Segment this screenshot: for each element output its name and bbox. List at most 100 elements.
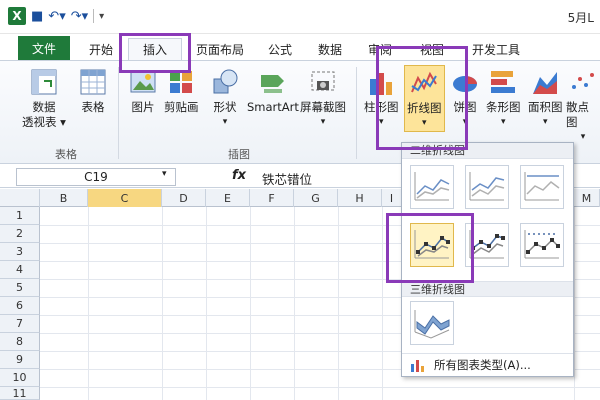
window-title: 5月L bbox=[567, 11, 594, 25]
column-header-c[interactable]: C bbox=[88, 189, 162, 207]
customize-qat-icon[interactable]: ▾ bbox=[99, 11, 104, 22]
percent-stacked-line-markers-thumbnail-icon bbox=[524, 230, 560, 259]
ribbon-tabs: 文件 开始 插入 页面布局 公式 数据 审阅 视图 开发工具 bbox=[0, 34, 600, 60]
area-chart-arrow: ▾ bbox=[542, 117, 548, 127]
3d-line-thumbnail-icon bbox=[414, 310, 450, 339]
tab-home[interactable]: 开始 bbox=[84, 38, 118, 60]
column-header-e[interactable]: E bbox=[206, 189, 250, 207]
undo-icon[interactable]: ↶▾ bbox=[48, 9, 65, 24]
name-box[interactable]: C19 bbox=[16, 168, 176, 186]
row-header[interactable]: 9 bbox=[0, 351, 40, 369]
tab-file[interactable]: 文件 bbox=[18, 36, 70, 60]
grid-line bbox=[162, 207, 163, 400]
shapes-label: 形状 bbox=[213, 100, 237, 114]
percent-stacked-line-option[interactable] bbox=[520, 165, 564, 209]
formula-input[interactable]: 铁芯错位 bbox=[262, 169, 312, 188]
row-header[interactable]: 5 bbox=[0, 279, 40, 297]
scatter-chart-button[interactable]: 散点图 ▾ bbox=[566, 67, 600, 145]
quick-access-toolbar: X ■ ↶▾ ↷▾ ▾ bbox=[8, 7, 104, 25]
clipart-button[interactable]: 剪贴画 bbox=[164, 67, 199, 115]
table-button[interactable]: 表格 bbox=[78, 67, 108, 115]
group-label-tables: 表格 bbox=[55, 148, 77, 161]
title-bar: X ■ ↶▾ ↷▾ ▾ 5月L bbox=[0, 0, 600, 34]
area-chart-label: 面积图 bbox=[528, 100, 563, 114]
grid-line bbox=[250, 207, 251, 400]
row-header[interactable]: 2 bbox=[0, 225, 40, 243]
tab-page-layout[interactable]: 页面布局 bbox=[190, 38, 250, 60]
row-header[interactable]: 3 bbox=[0, 243, 40, 261]
select-all-corner[interactable] bbox=[0, 189, 40, 207]
column-header-i[interactable]: I bbox=[382, 189, 402, 207]
bar-chart-label: 条形图 bbox=[486, 100, 521, 114]
name-box-dropdown-icon[interactable]: ▾ bbox=[162, 169, 167, 179]
annotation-box-line-chart bbox=[376, 46, 468, 150]
all-chart-types-icon bbox=[411, 359, 424, 372]
smartart-button[interactable]: SmartArt bbox=[247, 67, 299, 115]
picture-label: 图片 bbox=[131, 100, 155, 114]
column-header-b[interactable]: B bbox=[40, 189, 88, 207]
column-header-f[interactable]: F bbox=[250, 189, 294, 207]
excel-logo-icon: X bbox=[8, 7, 26, 25]
bar-chart-button[interactable]: 条形图 ▾ bbox=[486, 67, 521, 130]
line-chart-thumbnail-icon bbox=[414, 172, 450, 201]
annotation-box-line-markers bbox=[386, 213, 474, 283]
group-separator bbox=[356, 67, 357, 159]
tab-developer[interactable]: 开发工具 bbox=[466, 38, 526, 60]
row-header[interactable]: 6 bbox=[0, 297, 40, 315]
bar-chart-icon bbox=[491, 71, 516, 93]
section-header-3d-line: 三维折线图 bbox=[402, 281, 573, 297]
tab-data[interactable]: 数据 bbox=[312, 38, 348, 60]
row-header[interactable]: 10 bbox=[0, 369, 40, 387]
column-header-h[interactable]: H bbox=[338, 189, 382, 207]
3d-line-chart-option[interactable] bbox=[410, 301, 454, 345]
tab-formulas[interactable]: 公式 bbox=[262, 38, 298, 60]
line-chart-option[interactable] bbox=[410, 165, 454, 209]
insert-function-icon[interactable]: fx bbox=[232, 168, 246, 183]
picture-button[interactable]: 图片 bbox=[128, 67, 158, 115]
shapes-arrow: ▾ bbox=[222, 117, 228, 127]
redo-icon[interactable]: ↷▾ bbox=[71, 9, 88, 24]
row-header[interactable]: 1 bbox=[0, 207, 40, 225]
pivot-label-1: 数据 bbox=[32, 100, 56, 114]
row-header[interactable]: 11 bbox=[0, 387, 40, 400]
annotation-box-insert-tab bbox=[119, 33, 191, 73]
grid-line bbox=[40, 387, 600, 388]
grid-line bbox=[88, 207, 89, 400]
save-icon[interactable]: ■ bbox=[31, 9, 43, 24]
shapes-icon bbox=[213, 69, 238, 94]
table-label: 表格 bbox=[81, 100, 105, 114]
stacked-line-chart-option[interactable] bbox=[465, 165, 509, 209]
column-header-g[interactable]: G bbox=[294, 189, 338, 207]
row-header[interactable]: 4 bbox=[0, 261, 40, 279]
stacked-line-thumbnail-icon bbox=[469, 172, 505, 201]
percent-stacked-line-markers-option[interactable] bbox=[520, 223, 564, 267]
screenshot-button[interactable]: 屏幕截图 ▾ bbox=[300, 67, 346, 130]
row-header[interactable]: 8 bbox=[0, 333, 40, 351]
screenshot-icon bbox=[311, 71, 335, 91]
all-chart-types-button[interactable]: 所有图表类型(A)... bbox=[402, 353, 573, 375]
grid-line bbox=[338, 207, 339, 400]
column-header-m[interactable]: M bbox=[574, 189, 600, 207]
scatter-chart-arrow: ▾ bbox=[580, 132, 586, 142]
grid-line bbox=[294, 207, 295, 400]
screenshot-label: 屏幕截图 bbox=[300, 100, 346, 114]
clipart-label: 剪贴画 bbox=[164, 100, 199, 114]
qat-separator bbox=[93, 9, 95, 23]
area-chart-icon bbox=[533, 72, 558, 94]
group-label-illustrations: 插图 bbox=[228, 148, 250, 161]
row-header[interactable]: 7 bbox=[0, 315, 40, 333]
grid-line bbox=[382, 207, 383, 400]
all-chart-types-label: 所有图表类型(A)... bbox=[434, 357, 531, 372]
pivot-label-2: 透视表 ▾ bbox=[22, 115, 66, 129]
area-chart-button[interactable]: 面积图 ▾ bbox=[528, 67, 563, 130]
scatter-chart-label: 散点图 bbox=[566, 100, 589, 129]
smartart-icon bbox=[260, 75, 284, 93]
pivot-table-button[interactable]: 数据 透视表 ▾ bbox=[22, 67, 66, 130]
pivot-table-icon bbox=[31, 69, 57, 95]
shapes-button[interactable]: 形状 ▾ bbox=[210, 67, 240, 130]
table-icon bbox=[80, 69, 106, 95]
grid-line bbox=[206, 207, 207, 400]
column-header-d[interactable]: D bbox=[162, 189, 206, 207]
group-separator bbox=[118, 67, 119, 159]
grid-line bbox=[574, 207, 575, 400]
